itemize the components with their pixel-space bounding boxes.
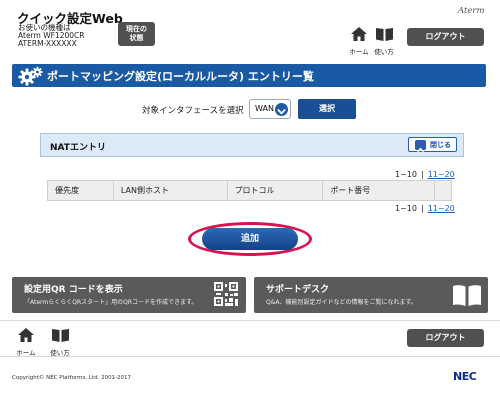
device-id: ATERM-XXXXXX [18, 39, 77, 48]
logout-button[interactable]: ログアウト [407, 28, 484, 46]
footer-home-button[interactable]: ホーム [14, 327, 38, 357]
home-icon [18, 328, 34, 342]
current-status-button[interactable]: 現在の 状態 [118, 22, 155, 46]
page-title: ポートマッピング設定(ローカルルータ) エントリー覧 [47, 70, 314, 83]
pager-top-current: 1~10 [395, 170, 417, 179]
footer-divider-bottom [0, 356, 500, 357]
open-book-icon [453, 285, 481, 306]
chevron-up-icon [415, 140, 426, 153]
support-desk-card[interactable]: サポートデスク Q&A、機能別設定ガイドなどの情報をご覧になれます。 [254, 277, 488, 313]
page-title-bar: ポートマッピング設定(ローカルルータ) エントリー覧 [12, 64, 486, 87]
qr-card-subtitle: 「AtermらくらくQRスタート」用のQRコードを作成できます。 [24, 299, 198, 306]
column-blank [434, 180, 452, 201]
add-entry-button[interactable]: 追加 [202, 228, 298, 250]
home-nav-button[interactable]: ホーム [347, 26, 371, 56]
select-interface-button[interactable]: 選択 [298, 99, 356, 119]
gear-icon [18, 66, 43, 86]
footer-logout-button[interactable]: ログアウト [407, 329, 484, 347]
qr-code-card[interactable]: 設定用QR コードを表示 「AtermらくらくQRスタート」用のQRコードを作成… [12, 277, 246, 313]
current-status-label-1: 現在の [126, 25, 147, 33]
column-port-number: ポート番号 [322, 180, 436, 201]
pager-top: 1~10 | 11~20 [395, 170, 455, 179]
nat-entry-table: 優先度 LAN側ホスト プロトコル ポート番号 [47, 180, 452, 201]
nat-section-title: NATエントリ [50, 143, 106, 153]
footer-divider-top [0, 320, 500, 321]
interface-select[interactable]: WAN [249, 99, 291, 119]
table-header-row: 優先度 LAN側ホスト プロトコル ポート番号 [47, 180, 452, 201]
aterm-logo: Aterm [458, 6, 485, 16]
header: クイック設定Web お使いの機種は Aterm WF1200CR ATERM-X… [0, 0, 500, 58]
footer-help-button[interactable]: 使い方 [48, 327, 72, 357]
book-icon [51, 329, 69, 342]
interface-select-value: WAN [255, 104, 274, 113]
collapse-nat-label: 閉じる [430, 141, 451, 149]
chevron-down-icon [275, 103, 288, 116]
pager-bottom: 1~10 | 11~20 [395, 204, 455, 213]
current-status-label-2: 状態 [129, 34, 144, 42]
column-protocol: プロトコル [226, 180, 324, 201]
qr-code-icon [214, 282, 238, 306]
pager-bottom-next-link[interactable]: 11~20 [428, 204, 455, 213]
interface-select-label: 対象インタフェースを選択 [142, 106, 244, 116]
pager-bottom-current: 1~10 [395, 204, 417, 213]
home-nav-label: ホーム [349, 48, 369, 56]
column-priority: 優先度 [47, 180, 114, 201]
pager-top-next-link[interactable]: 11~20 [428, 170, 455, 179]
help-nav-label: 使い方 [374, 48, 394, 56]
book-icon [375, 28, 393, 41]
collapse-nat-button[interactable]: 閉じる [408, 137, 457, 153]
nec-logo: NEC [453, 370, 477, 383]
column-lan-host: LAN側ホスト [112, 180, 228, 201]
help-nav-button[interactable]: 使い方 [372, 26, 396, 56]
home-icon [351, 27, 367, 41]
nat-section-header: NATエントリ [40, 133, 464, 157]
support-card-subtitle: Q&A、機能別設定ガイドなどの情報をご覧になれます。 [266, 299, 417, 306]
copyright-text: Copyright© NEC Platforms, Ltd. 2001-2017 [12, 375, 132, 381]
support-card-title: サポートデスク [266, 285, 330, 295]
qr-card-title: 設定用QR コードを表示 [24, 285, 123, 295]
